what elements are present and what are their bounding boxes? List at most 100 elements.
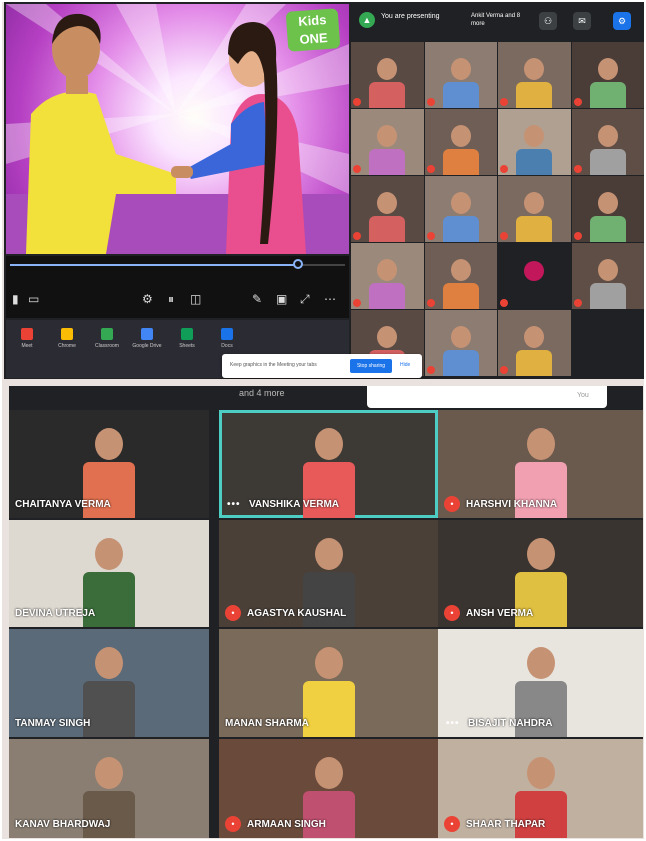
muted-mic-icon (353, 165, 361, 173)
edit-icon[interactable]: ✎ (252, 292, 262, 306)
hide-button[interactable]: Hide (400, 362, 410, 368)
activities-icon[interactable]: ⚙ (613, 12, 631, 30)
participant-tile[interactable]: • ARMAAN SINGH (219, 739, 438, 838)
face (450, 326, 471, 348)
theater-icon[interactable]: ◫ (190, 292, 201, 306)
torso (369, 283, 405, 309)
torso (369, 216, 405, 242)
torso (589, 216, 626, 242)
muted-mic-icon (573, 98, 582, 106)
participant-tile[interactable]: CHAITANYA VERMA (9, 410, 209, 518)
torso (516, 149, 552, 175)
settings-icon[interactable]: ⚙ (142, 292, 153, 306)
face (597, 259, 618, 281)
tray-app[interactable]: Google Drive (132, 328, 162, 349)
app-icon (141, 328, 153, 340)
muted-mic-icon (426, 232, 435, 240)
participant-thumbnail[interactable] (571, 109, 644, 175)
progress-fill (10, 264, 299, 266)
muted-mic-icon (426, 165, 435, 173)
face (377, 192, 397, 214)
volume-icon[interactable]: ▮ (12, 292, 19, 306)
stop-sharing-button[interactable]: Stop sharing (350, 359, 392, 373)
app-label: Meet (21, 343, 33, 349)
present-icon: ▲ (359, 12, 375, 28)
muted-mic-icon: • (444, 605, 460, 621)
tray-app[interactable]: Chrome (52, 328, 82, 349)
fullscreen-icon[interactable]: ⤢ (300, 292, 310, 307)
participant-name: TANMAY SINGH (15, 718, 91, 729)
participant-tile[interactable]: • ANSH VERMA (438, 520, 643, 627)
participant-tile[interactable]: • AGASTYA KAUSHAL (219, 520, 438, 627)
face (526, 428, 555, 460)
more-icon[interactable]: ⋯ (324, 292, 336, 306)
participant-thumbnail[interactable] (351, 42, 424, 108)
torso (589, 149, 626, 175)
tray-app[interactable]: Sheets (172, 328, 202, 349)
app-icon (21, 328, 33, 340)
tray-app[interactable]: Docs (212, 328, 242, 349)
torso (83, 791, 135, 838)
participant-thumbnail[interactable] (351, 176, 424, 242)
face (377, 58, 397, 80)
participant-name: KANAV BHARDWAJ (15, 819, 111, 830)
face (524, 58, 544, 80)
muted-mic-icon (500, 232, 508, 240)
participant-thumbnail[interactable] (498, 243, 571, 309)
tray-app[interactable]: Classroom (92, 328, 122, 349)
face (95, 538, 123, 570)
progress-knob[interactable] (293, 259, 304, 269)
face (377, 326, 397, 348)
people-icon[interactable]: ⚇ (539, 12, 557, 30)
participant-thumbnail[interactable] (571, 243, 644, 309)
torso (589, 283, 626, 309)
participant-thumbnail[interactable] (424, 243, 497, 309)
participant-thumbnail[interactable] (498, 310, 571, 376)
participant-thumbnail[interactable] (498, 176, 571, 242)
participant-thumbnail[interactable] (498, 109, 571, 175)
participant-thumbnail[interactable] (351, 243, 424, 309)
face (450, 192, 471, 214)
participant-tile[interactable]: KANAV BHARDWAJ (9, 739, 209, 838)
participant-thumbnail[interactable] (498, 42, 571, 108)
participant-tile[interactable]: ••• VANSHIKA VERMA (219, 410, 438, 518)
participant-tile[interactable]: ••• BISAJIT NAHDRA (438, 629, 643, 737)
muted-mic-icon (500, 98, 508, 106)
participant-tile[interactable]: TANMAY SINGH (9, 629, 209, 737)
app-label: Google Drive (132, 343, 162, 349)
captions-icon[interactable]: ▭ (28, 292, 39, 306)
muted-mic-icon (500, 165, 508, 173)
app-icon (221, 328, 233, 340)
shared-video-player[interactable]: Kids ONE (6, 4, 349, 254)
face (597, 192, 618, 214)
chat-icon[interactable]: ✉ (573, 12, 591, 30)
participant-thumbnail[interactable] (571, 176, 644, 242)
participant-thumbnail[interactable] (424, 310, 497, 376)
torso (516, 350, 552, 376)
torso (516, 82, 552, 108)
torso (369, 149, 405, 175)
face (95, 428, 123, 460)
participant-tile[interactable]: • HARSHVI KHANNA (438, 410, 643, 518)
muted-mic-icon (573, 165, 582, 173)
participant-tile[interactable]: • SHAAR THAPAR (438, 739, 643, 838)
face (450, 58, 471, 80)
face (314, 647, 343, 679)
face (526, 757, 555, 789)
torso (442, 283, 479, 309)
torso (589, 82, 626, 108)
participant-thumbnail[interactable] (424, 176, 497, 242)
miniplayer-icon[interactable]: ▣ (276, 292, 287, 306)
participant-thumbnail[interactable] (571, 42, 644, 108)
pause-icon[interactable]: ⏸ (168, 292, 174, 307)
participant-thumbnail[interactable] (424, 42, 497, 108)
participant-name: HARSHVI KHANNA (466, 499, 558, 510)
participant-thumbnail[interactable] (351, 109, 424, 175)
participant-tile[interactable]: DEVINA UTREJA (9, 520, 209, 627)
tray-app[interactable]: Meet (12, 328, 42, 349)
face (526, 647, 555, 679)
face (377, 259, 397, 281)
presenting-label: You are presenting (381, 13, 440, 20)
participant-tile[interactable]: MANAN SHARMA (219, 629, 438, 737)
participant-thumbnail[interactable] (424, 109, 497, 175)
